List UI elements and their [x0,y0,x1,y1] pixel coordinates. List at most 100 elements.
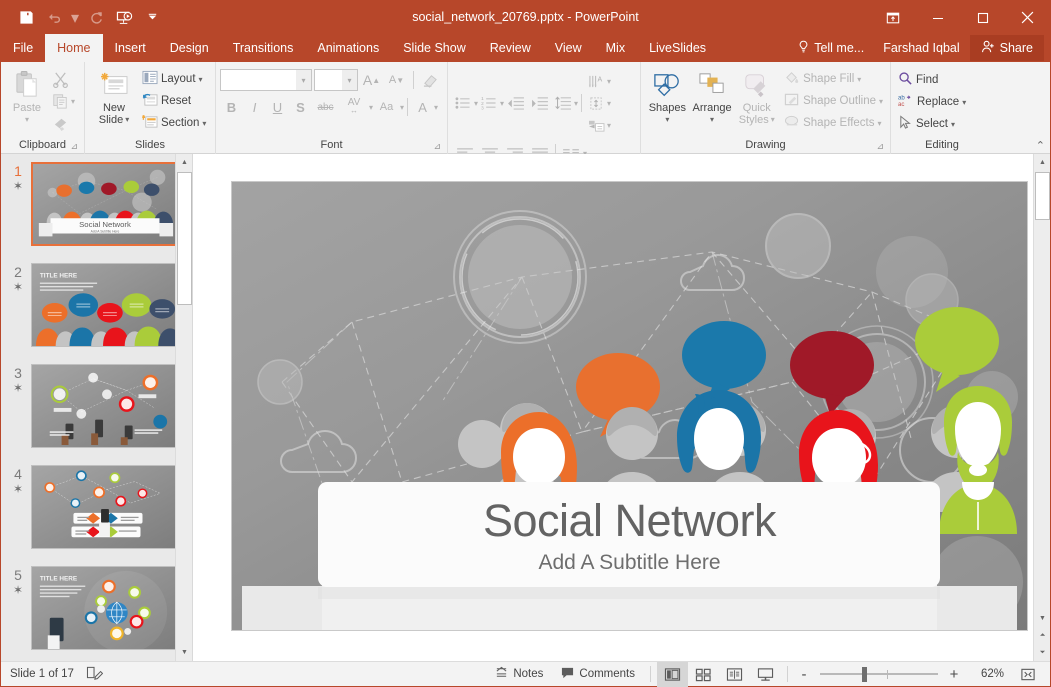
shape-effects-caret-icon[interactable]: ▾ [878,119,882,128]
tab-design[interactable]: Design [158,34,221,62]
thumbnail-slide-2[interactable]: 2 ✶ TITLE HERE [1,263,192,347]
slide-title[interactable]: Social Network [483,494,777,548]
underline-button[interactable]: U [266,96,289,118]
close-icon[interactable] [1005,1,1050,34]
notes-button[interactable]: Notes [486,662,552,687]
text-direction-button[interactable]: A [585,70,607,92]
quick-styles-caret-icon[interactable]: ▾ [771,114,775,126]
bold-button[interactable]: B [220,96,243,118]
change-case-button[interactable]: Aa [373,96,400,118]
font-color-button[interactable]: A [411,96,434,118]
shape-outline-button[interactable]: Shape Outline ▾ [781,90,886,112]
section-caret-icon[interactable]: ▾ [202,119,206,128]
collapse-ribbon-button[interactable]: ⌃ [1036,139,1045,152]
zoom-out-button[interactable]: - [794,662,814,687]
reading-view-button[interactable] [719,662,750,687]
new-slide-caret-icon[interactable]: ▾ [125,114,129,126]
layout-caret-icon[interactable]: ▾ [199,75,203,84]
shapes-button[interactable]: Shapes ▾ [645,65,690,126]
increase-font-size-button[interactable]: A ▲ [360,69,383,91]
shape-fill-caret-icon[interactable]: ▾ [857,75,861,84]
decrease-font-size-button[interactable]: A ▼ [385,69,408,91]
change-case-caret-icon[interactable]: ▾ [400,103,404,112]
font-name-caret-icon[interactable]: ▾ [296,70,311,90]
editor-scrollbar-thumb[interactable] [1035,172,1050,220]
section-button[interactable]: Section ▾ [139,112,209,134]
fit-slide-to-window-button[interactable] [1012,662,1043,687]
strikethrough-button[interactable]: abc [312,96,339,118]
thumbnail-slide-3[interactable]: 3 ✶ [1,364,192,448]
format-painter-button[interactable] [49,112,71,134]
tab-transitions[interactable]: Transitions [221,34,306,62]
arrange-caret-icon[interactable]: ▾ [710,114,714,126]
tell-me-box[interactable]: Tell me... [789,34,873,62]
shapes-caret-icon[interactable]: ▾ [665,114,669,126]
replace-button[interactable]: ab ac Replace ▾ [895,91,969,113]
undo-dropdown-caret[interactable]: ▾ [69,6,81,30]
slide-show-view-button[interactable] [750,662,781,687]
customize-qat-icon[interactable] [139,6,165,30]
slide-canvas[interactable]: Social Network Add A Subtitle Here [232,182,1027,630]
user-name[interactable]: Farshad Iqbal [873,34,969,62]
font-color-caret-icon[interactable]: ▾ [434,103,438,112]
editor-scrollbar[interactable]: ▲ ▼ ⏶ ⏷ [1033,154,1050,661]
maximize-icon[interactable] [960,1,1005,34]
font-name-combo[interactable]: ▾ [220,69,312,91]
normal-view-button[interactable] [657,661,688,687]
tab-home[interactable]: Home [45,34,103,62]
tab-file[interactable]: File [1,34,45,62]
thumbnail-scroll-up-icon[interactable]: ▲ [176,154,192,171]
select-caret-icon[interactable]: ▾ [951,120,955,129]
share-button[interactable]: Share [969,35,1044,61]
thumbnail-scrollbar-thumb[interactable] [177,172,192,305]
tab-liveslides[interactable]: LiveSlides [637,34,718,62]
next-slide-icon[interactable]: ⏷ [1034,644,1050,661]
copy-caret-icon[interactable]: ▾ [71,97,75,106]
minimize-icon[interactable] [915,1,960,34]
replace-caret-icon[interactable]: ▾ [962,98,966,107]
start-presentation-icon[interactable] [111,6,137,30]
slide-editor[interactable]: Social Network Add A Subtitle Here ▲ ▼ ⏶… [193,154,1050,661]
copy-button[interactable] [49,90,71,112]
smartart-caret-icon[interactable]: ▾ [607,121,611,130]
line-spacing-caret-icon[interactable]: ▾ [574,99,578,108]
arrange-button[interactable]: Arrange ▾ [690,65,735,126]
editor-scroll-up-icon[interactable]: ▲ [1034,154,1050,171]
clear-formatting-button[interactable] [419,69,442,91]
previous-slide-icon[interactable]: ⏶ [1034,627,1050,644]
align-text-caret-icon[interactable]: ▾ [607,99,611,108]
comments-button[interactable]: Comments [552,662,644,687]
align-text-button[interactable] [585,92,607,114]
cut-button[interactable] [49,68,71,90]
tab-review[interactable]: Review [478,34,543,62]
tab-slide-show[interactable]: Slide Show [391,34,478,62]
notes-page-icon[interactable] [86,665,104,683]
shape-fill-button[interactable]: Shape Fill ▾ [781,68,886,90]
ribbon-display-options-icon[interactable] [870,1,915,34]
paste-caret-icon[interactable]: ▾ [25,114,29,126]
font-dialog-launcher[interactable]: ⊿ [433,139,441,153]
thumbnail-slide-4[interactable]: 4 ✶ [1,465,192,549]
slide-sorter-view-button[interactable] [688,662,719,687]
zoom-slider[interactable] [820,662,938,687]
tab-view[interactable]: View [543,34,594,62]
select-button[interactable]: Select ▾ [895,113,969,135]
shape-effects-button[interactable]: Shape Effects ▾ [781,112,886,134]
tab-mix[interactable]: Mix [594,34,637,62]
banner-text-block[interactable]: Social Network Add A Subtitle Here [232,482,1027,587]
zoom-percentage[interactable]: 62% [964,668,1004,680]
find-button[interactable]: Find [895,69,969,91]
font-size-combo[interactable]: ▾ [314,69,358,91]
quick-styles-button[interactable]: Quick Styles ▾ [734,65,779,126]
shape-outline-caret-icon[interactable]: ▾ [879,97,883,106]
thumbnail-scroll-down-icon[interactable]: ▼ [176,644,192,661]
thumbnail-scrollbar[interactable]: ▲ ▼ [175,154,192,661]
thumbnail-slide-1[interactable]: 1 ✶ Social Network Add A Subtitle Here [1,162,192,246]
decrease-indent-button[interactable] [504,92,528,114]
tab-animations[interactable]: Animations [305,34,391,62]
convert-to-smartart-button[interactable] [585,114,607,136]
increase-indent-button[interactable] [528,92,552,114]
bullets-button[interactable] [452,92,474,114]
thumbnail-slide-5[interactable]: 5 ✶ TITLE HERE [1,566,192,650]
paste-button[interactable]: Paste ▾ [5,65,49,126]
